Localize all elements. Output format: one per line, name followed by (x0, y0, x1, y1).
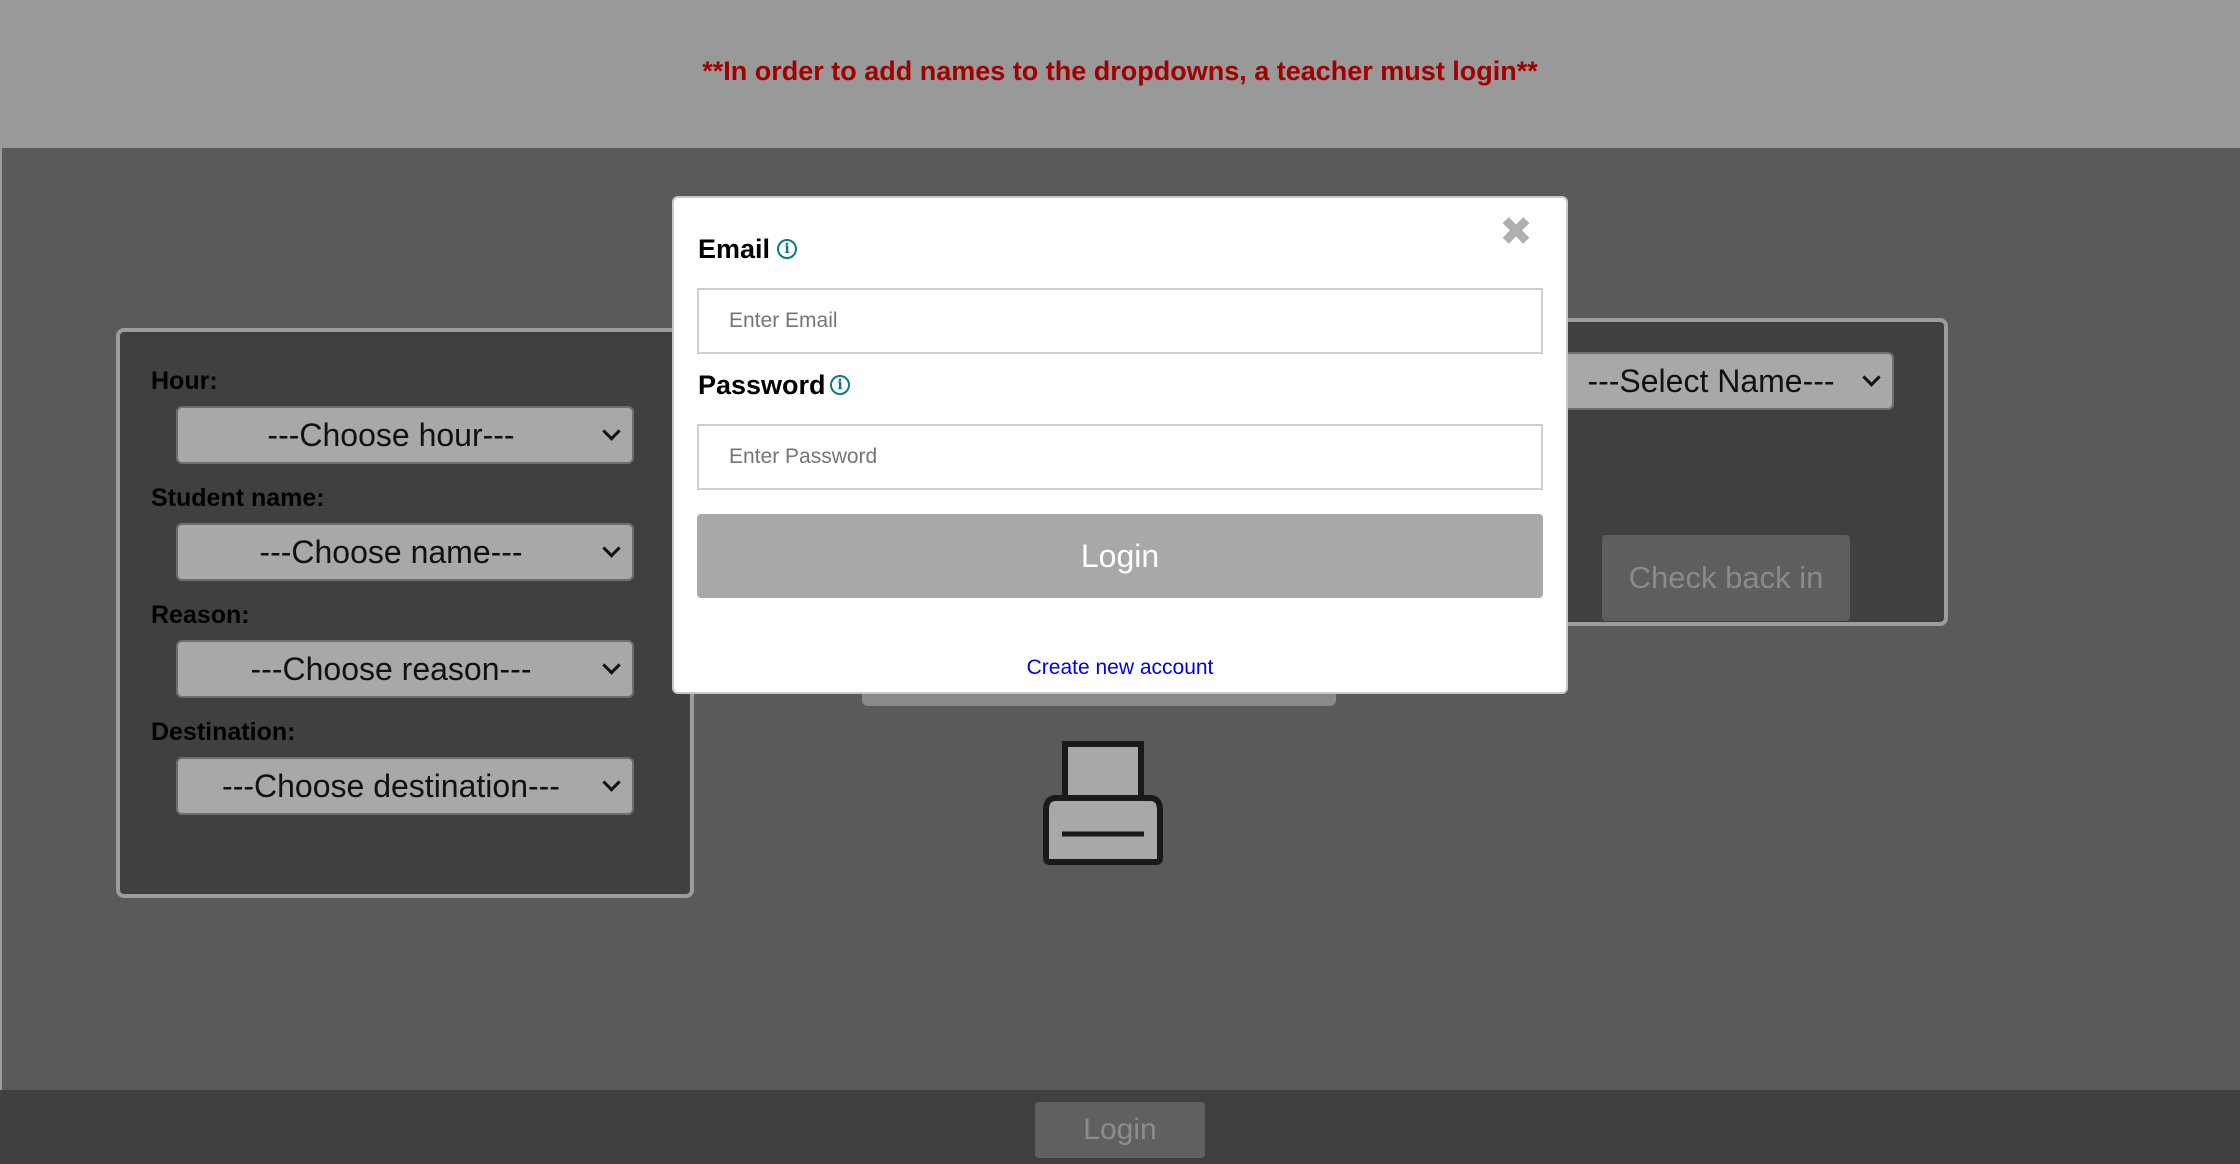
password-field[interactable] (697, 424, 1543, 490)
destination-select[interactable]: ---Choose destination--- (176, 757, 634, 815)
notice-banner: **In order to add names to the dropdowns… (0, 0, 2240, 148)
destination-label: Destination: (151, 718, 296, 746)
reason-select-value: ---Choose reason--- (250, 650, 532, 687)
reason-select[interactable]: ---Choose reason--- (176, 640, 634, 698)
student-name-label: Student name: (151, 484, 325, 512)
close-icon[interactable]: ✖ (1496, 212, 1536, 252)
destination-select-value: ---Choose destination--- (222, 767, 560, 804)
password-label: Password (698, 370, 826, 400)
checkin-select-value: ---Select Name--- (1587, 362, 1835, 399)
hour-select-value: ---Choose hour--- (267, 416, 515, 453)
student-name-select-value: ---Choose name--- (259, 533, 523, 570)
email-field[interactable] (697, 288, 1543, 354)
footer-login-button[interactable]: Login (1035, 1102, 1205, 1158)
info-icon[interactable]: i (777, 239, 797, 259)
check-back-in-button[interactable]: Check back in (1602, 535, 1850, 621)
email-label: Email (698, 234, 771, 264)
checkin-name-select[interactable]: ---Select Name--- (1556, 352, 1894, 410)
reason-label: Reason: (151, 601, 250, 629)
notice-text: **In order to add names to the dropdowns… (702, 56, 1538, 86)
create-account-link[interactable]: Create new account (672, 656, 1568, 680)
printer-icon[interactable] (1042, 740, 1164, 866)
student-name-select[interactable]: ---Choose name--- (176, 523, 634, 581)
info-icon[interactable]: i (830, 375, 850, 395)
hour-label: Hour: (151, 367, 218, 395)
hour-select[interactable]: ---Choose hour--- (176, 406, 634, 464)
login-button[interactable]: Login (697, 514, 1543, 598)
